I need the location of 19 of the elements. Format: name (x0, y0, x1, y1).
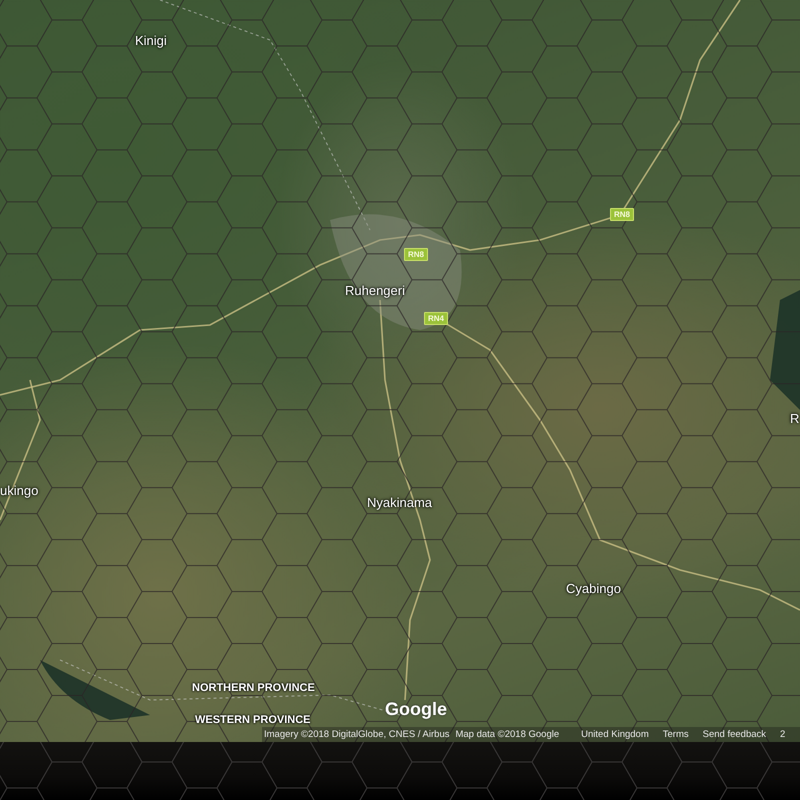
road-shield: RN8 (610, 208, 634, 221)
attribution-link[interactable]: Send feedback (702, 729, 766, 740)
place-label: Cyabingo (566, 581, 621, 596)
attribution-link[interactable]: United Kingdom (581, 729, 649, 740)
region-label: NORTHERN PROVINCE (192, 682, 315, 694)
place-label: ukingo (0, 483, 38, 498)
attribution-link[interactable]: 2 (780, 729, 786, 740)
place-label: Kinigi (135, 33, 167, 48)
attribution-link[interactable]: Terms (662, 729, 689, 740)
road-shield: RN4 (424, 312, 448, 325)
place-label: Nyakinama (367, 495, 432, 510)
place-label: R (790, 411, 800, 426)
road-shield: RN8 (404, 248, 428, 261)
satellite-map[interactable]: Kinigi Ruhengeri ukingo Nyakinama Cyabingo R RN8 RN4 RN8 NORTHERN PROVINCE WESTERN PROVINCE Google Imagery ©2018 DigitalGlobe, CNES / Airbus Map data ©2018 Google United Kingdom Terms Send feedback 2 (0, 0, 800, 742)
map-logo: Google (385, 699, 447, 720)
place-label: Ruhengeri (345, 283, 405, 298)
region-label: WESTERN PROVINCE (195, 714, 311, 726)
attribution-text: Imagery ©2018 DigitalGlobe, CNES / Airbus (264, 729, 450, 740)
attribution-text: Map data ©2018 Google (455, 729, 560, 740)
